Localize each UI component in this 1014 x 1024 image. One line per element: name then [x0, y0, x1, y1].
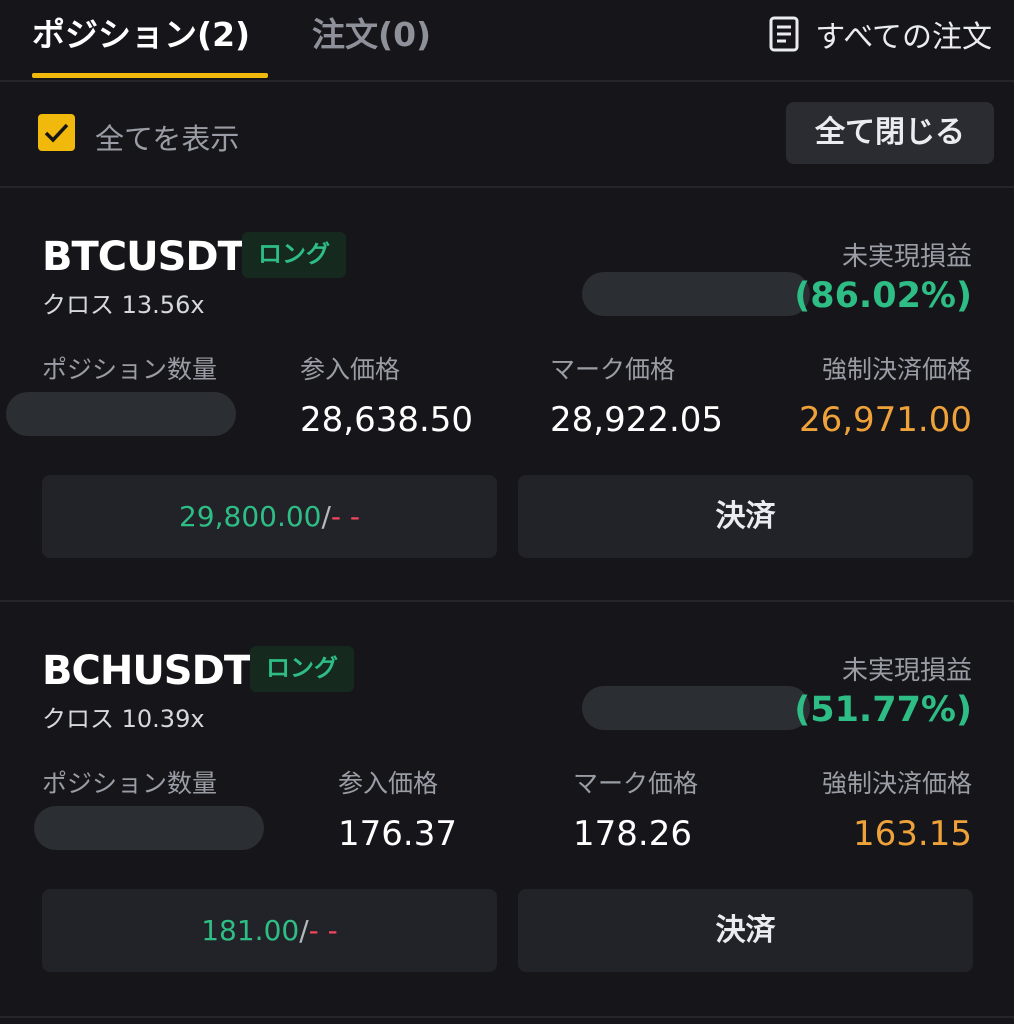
- position-card: BTCUSDT ロング クロス 13.56x 未実現損益 (86.02%) ポジ…: [0, 188, 1014, 602]
- entry-price: 176.37: [338, 814, 457, 854]
- all-orders-link[interactable]: すべての注文: [769, 12, 992, 56]
- pnl-label: 未実現損益: [841, 242, 972, 272]
- show-all-checkbox[interactable]: [38, 114, 75, 151]
- tab-orders[interactable]: 注文(0): [312, 8, 431, 56]
- document-list-icon: [769, 16, 799, 52]
- all-orders-label: すべての注文: [815, 20, 992, 55]
- mark-price-label: マーク価格: [573, 769, 699, 798]
- redacted-pnl-amount: [582, 272, 810, 316]
- entry-price: 28,638.50: [300, 400, 474, 440]
- position-symbol[interactable]: BTCUSDT: [42, 234, 245, 280]
- stop-loss-value: - -: [308, 914, 338, 947]
- show-all-label[interactable]: 全てを表示: [95, 116, 239, 158]
- pnl-label: 未実現損益: [841, 656, 972, 686]
- close-position-button[interactable]: 決済: [518, 475, 973, 558]
- liq-price: 26,971.00: [798, 400, 972, 440]
- redacted-position-qty: [6, 392, 236, 436]
- mark-price: 28,922.05: [550, 400, 724, 440]
- take-profit-value: 181.00: [201, 914, 300, 947]
- active-tab-indicator: [32, 73, 268, 78]
- take-profit-value: 29,800.00: [178, 500, 322, 533]
- entry-price-label: 参入価格: [338, 769, 439, 798]
- liq-price-label: 強制決済価格: [821, 769, 972, 798]
- margin-mode[interactable]: クロス 10.39x: [42, 699, 205, 734]
- checkmark-icon: [44, 123, 69, 143]
- margin-mode[interactable]: クロス 13.56x: [42, 285, 205, 320]
- position-symbol[interactable]: BCHUSDT: [42, 648, 251, 694]
- tp-sl-separator: /: [299, 914, 309, 947]
- filter-bar: 全てを表示 全て閉じる: [0, 82, 1014, 188]
- pnl-percent: (51.77%): [794, 690, 972, 730]
- tab-bar: ポジション(2) 注文(0) すべての注文: [0, 0, 1014, 82]
- redacted-position-qty: [34, 806, 264, 850]
- side-badge: ロング: [242, 232, 346, 278]
- pnl-percent: (86.02%): [794, 276, 972, 316]
- tab-positions[interactable]: ポジション(2): [32, 8, 250, 56]
- tp-sl-button[interactable]: 29,800.00/- -: [42, 475, 497, 558]
- tp-sl-separator: /: [321, 500, 331, 533]
- stop-loss-value: - -: [330, 500, 361, 533]
- liq-price: 163.15: [853, 814, 972, 854]
- liq-price-label: 強制決済価格: [821, 355, 972, 384]
- entry-price-label: 参入価格: [300, 355, 401, 384]
- side-badge: ロング: [250, 646, 354, 692]
- position-card: BCHUSDT ロング クロス 10.39x 未実現損益 (51.77%) ポジ…: [0, 602, 1014, 1018]
- close-all-button[interactable]: 全て閉じる: [786, 102, 994, 164]
- tp-sl-button[interactable]: 181.00/- -: [42, 889, 497, 972]
- redacted-pnl-amount: [582, 686, 810, 730]
- mark-price-label: マーク価格: [550, 355, 676, 384]
- qty-label: ポジション数量: [42, 355, 218, 384]
- mark-price: 178.26: [573, 814, 692, 854]
- close-position-button[interactable]: 決済: [518, 889, 973, 972]
- qty-label: ポジション数量: [42, 769, 218, 798]
